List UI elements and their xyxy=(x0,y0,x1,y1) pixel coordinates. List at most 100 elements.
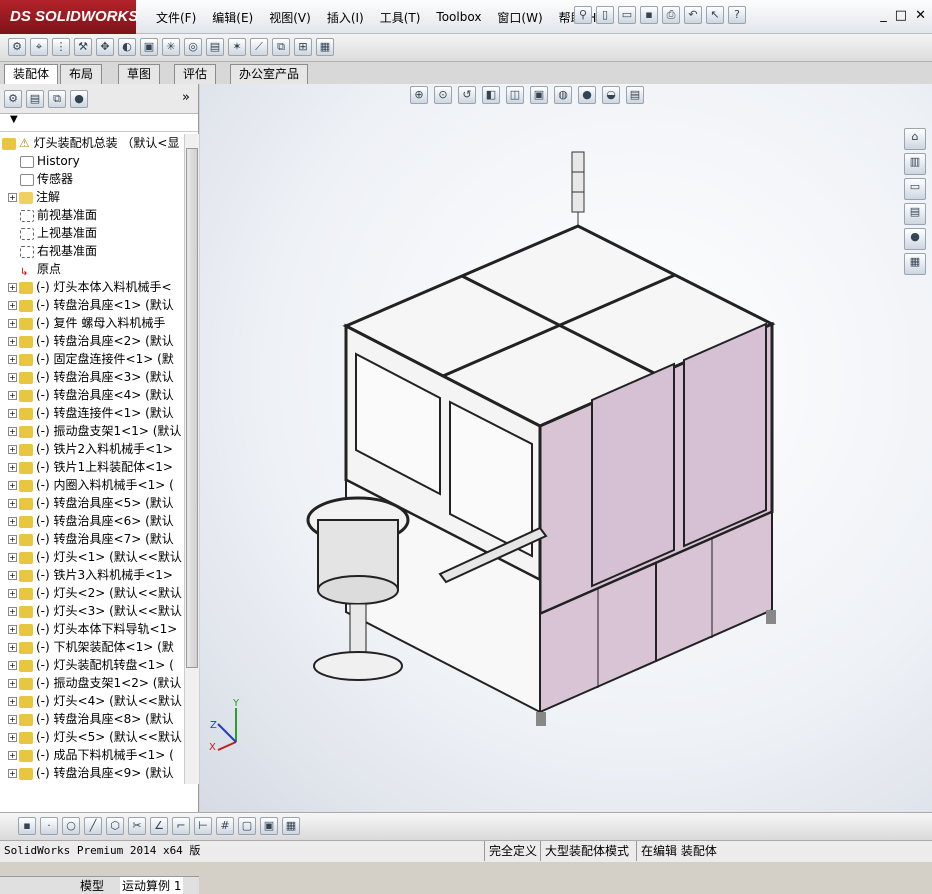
graphics-area[interactable]: ⊕ ⊙ ↺ ◧ ◫ ▣ ◍ ● ◒ ▤ Y X Z ⌂ ▥ ▭ ▤ ● ▦ xyxy=(200,84,932,812)
tree-component[interactable]: + (-) 铁片3入料机械手<1> xyxy=(0,566,184,584)
smart-fastener-icon[interactable]: ⚒ xyxy=(74,38,92,56)
tree-root[interactable]: ⚠ 灯头装配机总装 （默认<显 xyxy=(0,134,184,152)
explode-line-icon[interactable]: ⟋ xyxy=(250,38,268,56)
mate-icon[interactable]: ⌖ xyxy=(30,38,48,56)
expand-icon[interactable]: + xyxy=(8,733,17,742)
property-manager-tab-icon[interactable]: ▤ xyxy=(26,90,44,108)
expand-icon[interactable]: + xyxy=(8,697,17,706)
tree-component[interactable]: + (-) 铁片1上料装配体<1> xyxy=(0,458,184,476)
expand-icon[interactable]: + xyxy=(8,481,17,490)
expand-icon[interactable]: + xyxy=(8,499,17,508)
feature-tree-tab-icon[interactable]: ⚙ xyxy=(4,90,22,108)
pin-icon[interactable]: ⚲ xyxy=(574,6,592,24)
table-icon[interactable]: ▦ xyxy=(282,817,300,835)
circle-icon[interactable]: ○ xyxy=(62,817,80,835)
tab-motion-study[interactable]: 运动算例 1 xyxy=(120,877,184,894)
grid-icon[interactable]: # xyxy=(216,817,234,835)
tree-component[interactable]: + (-) 灯头<5> (默认<<默认 xyxy=(0,728,184,746)
appearances-icon[interactable]: ● xyxy=(904,228,926,250)
expand-panel-icon[interactable]: » xyxy=(182,90,190,105)
print-icon[interactable]: ⎙ xyxy=(662,6,680,24)
tree-component[interactable]: + (-) 下机架装配体<1> (默 xyxy=(0,638,184,656)
menu-insert[interactable]: 插入(I) xyxy=(319,9,372,26)
expand-icon[interactable]: + xyxy=(8,769,17,778)
angle-icon[interactable]: ∠ xyxy=(150,817,168,835)
expand-icon[interactable]: + xyxy=(8,409,17,418)
solidworks-resources-icon[interactable]: ⌂ xyxy=(904,128,926,150)
scrollbar-thumb[interactable] xyxy=(186,148,198,668)
expand-icon[interactable]: + xyxy=(8,445,17,454)
restore-button[interactable]: □ xyxy=(895,8,907,23)
menu-tools[interactable]: 工具(T) xyxy=(372,9,429,26)
tree-component[interactable]: + (-) 灯头本体下料导轨<1> xyxy=(0,620,184,638)
menu-edit[interactable]: 编辑(E) xyxy=(204,9,261,26)
expand-icon[interactable]: + xyxy=(8,661,17,670)
configuration-tab-icon[interactable]: ⧉ xyxy=(48,90,66,108)
expand-icon[interactable]: + xyxy=(8,625,17,634)
help-icon[interactable]: ? xyxy=(728,6,746,24)
view-palette-icon[interactable]: ▤ xyxy=(904,203,926,225)
tree-component[interactable]: + (-) 内圈入料机械手<1> ( xyxy=(0,476,184,494)
tree-annotations[interactable]: + 注解 xyxy=(0,188,184,206)
tree-history[interactable]: History xyxy=(0,152,184,170)
expand-icon[interactable]: + xyxy=(8,607,17,616)
insert-component-icon[interactable]: ⚙ xyxy=(8,38,26,56)
tree-component[interactable]: + (-) 转盘治具座<2> (默认 xyxy=(0,332,184,350)
tree-component[interactable]: + (-) 转盘治具座<9> (默认 xyxy=(0,764,184,782)
expand-icon[interactable]: + xyxy=(8,373,17,382)
expand-icon[interactable]: + xyxy=(8,301,17,310)
expand-icon[interactable]: + xyxy=(8,391,17,400)
tree-front-plane[interactable]: 前视基准面 xyxy=(0,206,184,224)
tab-assembly[interactable]: 装配体 xyxy=(4,64,59,84)
tree-component[interactable]: + (-) 固定盘连接件<1> (默 xyxy=(0,350,184,368)
tree-sensors[interactable]: 传感器 xyxy=(0,170,184,188)
expand-icon[interactable]: + xyxy=(8,589,17,598)
expand-icon[interactable]: + xyxy=(8,535,17,544)
tree-component[interactable]: + (-) 转盘治具座<1> (默认 xyxy=(0,296,184,314)
expand-icon[interactable]: + xyxy=(8,553,17,562)
menu-window[interactable]: 窗口(W) xyxy=(489,9,550,26)
tree-component[interactable]: + (-) 振动盘支架1<1> (默认 xyxy=(0,422,184,440)
status-large-assembly-mode[interactable]: 大型装配体模式 xyxy=(540,841,633,861)
tree-component[interactable]: + (-) 转盘治具座<5> (默认 xyxy=(0,494,184,512)
menu-file[interactable]: 文件(F) xyxy=(148,9,204,26)
expand-icon[interactable]: + xyxy=(8,571,17,580)
tree-component[interactable]: + (-) 振动盘支架1<2> (默认 xyxy=(0,674,184,692)
polygon-icon[interactable]: ⬡ xyxy=(106,817,124,835)
reference-geometry-icon[interactable]: ✳ xyxy=(162,38,180,56)
tab-evaluate[interactable]: 评估 xyxy=(174,64,217,84)
tree-component[interactable]: + (-) 复件 螺母入料机械手 xyxy=(0,314,184,332)
tree-component[interactable]: + (-) 转盘治具座<6> (默认 xyxy=(0,512,184,530)
expand-icon[interactable]: + xyxy=(8,193,17,202)
instant3d-icon[interactable]: ⊞ xyxy=(294,38,312,56)
corner-icon[interactable]: ⌐ xyxy=(172,817,190,835)
tree-component[interactable]: + (-) 灯头<4> (默认<<默认 xyxy=(0,692,184,710)
solidworks-logo[interactable]: DS SOLIDWORKS xyxy=(0,0,138,34)
tab-sketch[interactable]: 草图 xyxy=(118,64,161,84)
new-motion-study-icon[interactable]: ◎ xyxy=(184,38,202,56)
save-icon[interactable]: ▪ xyxy=(18,817,36,835)
tree-component[interactable]: + (-) 转盘治具座<4> (默认 xyxy=(0,386,184,404)
expand-icon[interactable]: + xyxy=(8,463,17,472)
tree-component[interactable]: + (-) 灯头本体入料机械手< xyxy=(0,278,184,296)
tree-component[interactable]: + (-) 铁片2入料机械手<1> xyxy=(0,440,184,458)
exploded-view-icon[interactable]: ✶ xyxy=(228,38,246,56)
file-explorer-icon[interactable]: ▭ xyxy=(904,178,926,200)
open-folder-icon[interactable]: ▭ xyxy=(618,6,636,24)
assembly-feature-icon[interactable]: ▣ xyxy=(140,38,158,56)
minimize-button[interactable]: _ xyxy=(880,8,887,23)
move-component-icon[interactable]: ✥ xyxy=(96,38,114,56)
speedpak-icon[interactable]: ▦ xyxy=(316,38,334,56)
menu-toolbox[interactable]: Toolbox xyxy=(428,10,489,24)
tree-top-plane[interactable]: 上视基准面 xyxy=(0,224,184,242)
tab-layout[interactable]: 布局 xyxy=(60,64,103,84)
expand-icon[interactable]: + xyxy=(8,283,17,292)
custom-properties-icon[interactable]: ▦ xyxy=(904,253,926,275)
expand-icon[interactable]: + xyxy=(8,355,17,364)
undo-icon[interactable]: ↶ xyxy=(684,6,702,24)
expand-icon[interactable]: + xyxy=(8,337,17,346)
trim-icon[interactable]: ✂ xyxy=(128,817,146,835)
tree-component[interactable]: + (-) 转盘治具座<7> (默认 xyxy=(0,530,184,548)
tree-component[interactable]: + (-) 转盘连接件<1> (默认 xyxy=(0,404,184,422)
tree-component[interactable]: + (-) 转盘治具座<8> (默认 xyxy=(0,710,184,728)
